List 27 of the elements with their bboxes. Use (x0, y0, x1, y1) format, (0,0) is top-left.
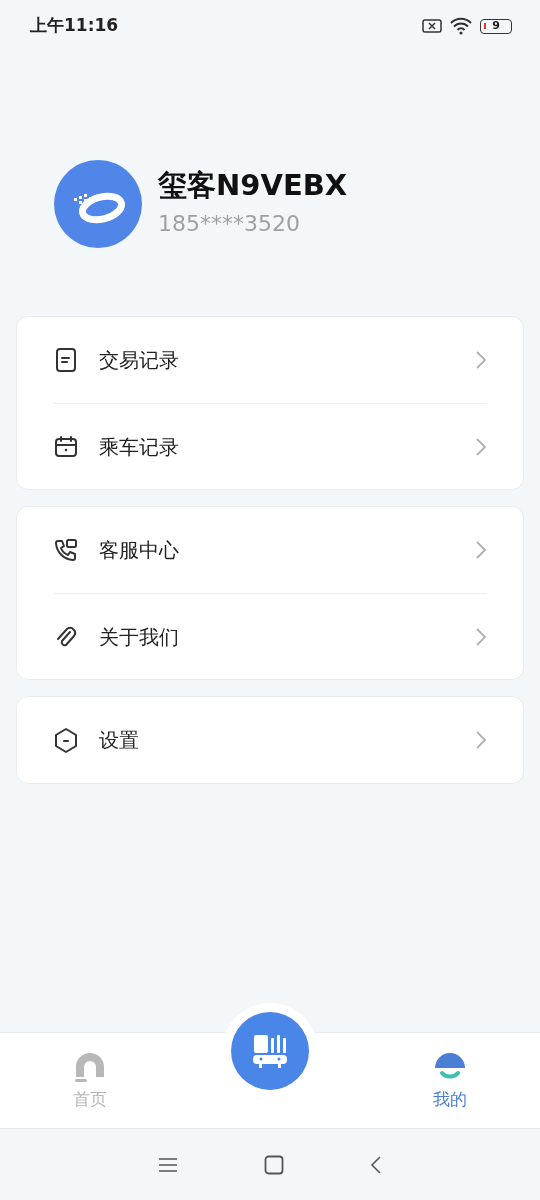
phone-number: 185****3520 (158, 209, 301, 238)
home-icon[interactable] (264, 1154, 284, 1175)
menu-label[interactable]: 交易记录 (99, 345, 475, 375)
menu-label[interactable]: 客服中心 (99, 535, 475, 565)
status-time: 上午11:16 (30, 14, 119, 38)
battery-level: 9 (492, 17, 500, 34)
user-name: 玺客N9VEBX (158, 168, 348, 203)
wifi-icon (450, 17, 472, 35)
menu-label[interactable]: 乘车记录 (99, 431, 475, 462)
chevron-right-icon (475, 626, 487, 647)
menu-label[interactable]: 设置 (99, 725, 475, 755)
tab[interactable]: 我的 (360, 1033, 540, 1128)
receipt-icon (53, 347, 79, 373)
tram-icon (252, 1033, 288, 1069)
calendar-icon (53, 433, 79, 460)
chevron-right-icon (475, 540, 487, 560)
menu-label[interactable]: 关于我们 (99, 621, 475, 652)
menu-icon[interactable] (158, 1156, 178, 1173)
chevron-right-icon (475, 350, 487, 370)
chevron-right-icon (475, 730, 487, 750)
arch-icon (73, 1051, 107, 1083)
sim-icon (422, 18, 442, 34)
back-icon[interactable] (370, 1154, 382, 1175)
settings-icon (53, 727, 79, 753)
tab-label[interactable]: 我的 (433, 1087, 467, 1113)
chevron-right-icon (475, 436, 487, 457)
phone-icon (53, 537, 79, 563)
